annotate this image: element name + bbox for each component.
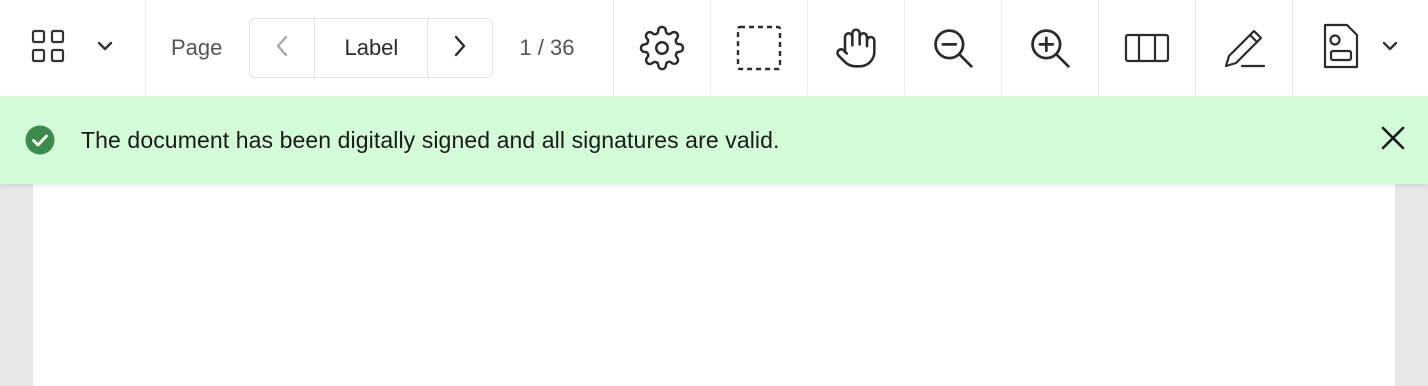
previous-page-button[interactable] bbox=[250, 19, 316, 77]
layout-button[interactable] bbox=[0, 0, 96, 96]
close-icon bbox=[1380, 125, 1406, 156]
banner-message: The document has been digitally signed a… bbox=[81, 126, 780, 153]
zoom-out-icon bbox=[931, 26, 975, 70]
view-mode-button[interactable] bbox=[1099, 0, 1196, 96]
two-page-view-icon bbox=[1124, 33, 1170, 63]
gear-icon bbox=[639, 25, 685, 71]
close-banner-button[interactable] bbox=[1376, 123, 1410, 157]
marquee-select-icon bbox=[735, 24, 783, 72]
pager: Label bbox=[249, 18, 494, 78]
select-tool-button[interactable] bbox=[711, 0, 808, 96]
signature-status-banner: The document has been digitally signed a… bbox=[0, 96, 1428, 184]
pan-tool-button[interactable] bbox=[808, 0, 905, 96]
check-circle-icon bbox=[25, 125, 55, 155]
page-label: Page bbox=[171, 35, 223, 60]
annotate-button[interactable] bbox=[1196, 0, 1293, 96]
document-sign-icon bbox=[1321, 22, 1361, 75]
document-page bbox=[33, 184, 1395, 386]
zoom-out-button[interactable] bbox=[905, 0, 1002, 96]
chevron-down-icon bbox=[1381, 39, 1399, 57]
chevron-down-icon bbox=[96, 39, 114, 57]
layout-group bbox=[0, 0, 146, 96]
sign-menu-button[interactable] bbox=[1381, 39, 1399, 57]
chevron-right-icon bbox=[453, 35, 467, 62]
page-count: 1 / 36 bbox=[519, 35, 575, 60]
layout-menu-button[interactable] bbox=[96, 0, 128, 96]
zoom-in-button[interactable] bbox=[1002, 0, 1099, 96]
pencil-icon bbox=[1220, 26, 1268, 70]
zoom-in-icon bbox=[1028, 26, 1072, 70]
page-label-input[interactable]: Label bbox=[315, 19, 427, 77]
hand-icon bbox=[834, 25, 878, 71]
grid-layout-icon bbox=[31, 29, 65, 68]
settings-button[interactable] bbox=[614, 0, 711, 96]
page-navigation: Page Label 1 / 36 bbox=[146, 0, 614, 96]
document-viewport[interactable] bbox=[0, 184, 1428, 386]
sign-group bbox=[1293, 0, 1423, 96]
chevron-left-icon bbox=[275, 35, 289, 62]
sign-document-button[interactable] bbox=[1321, 22, 1361, 75]
next-page-button[interactable] bbox=[427, 19, 492, 77]
toolbar: Page Label 1 / 36 bbox=[0, 0, 1428, 96]
